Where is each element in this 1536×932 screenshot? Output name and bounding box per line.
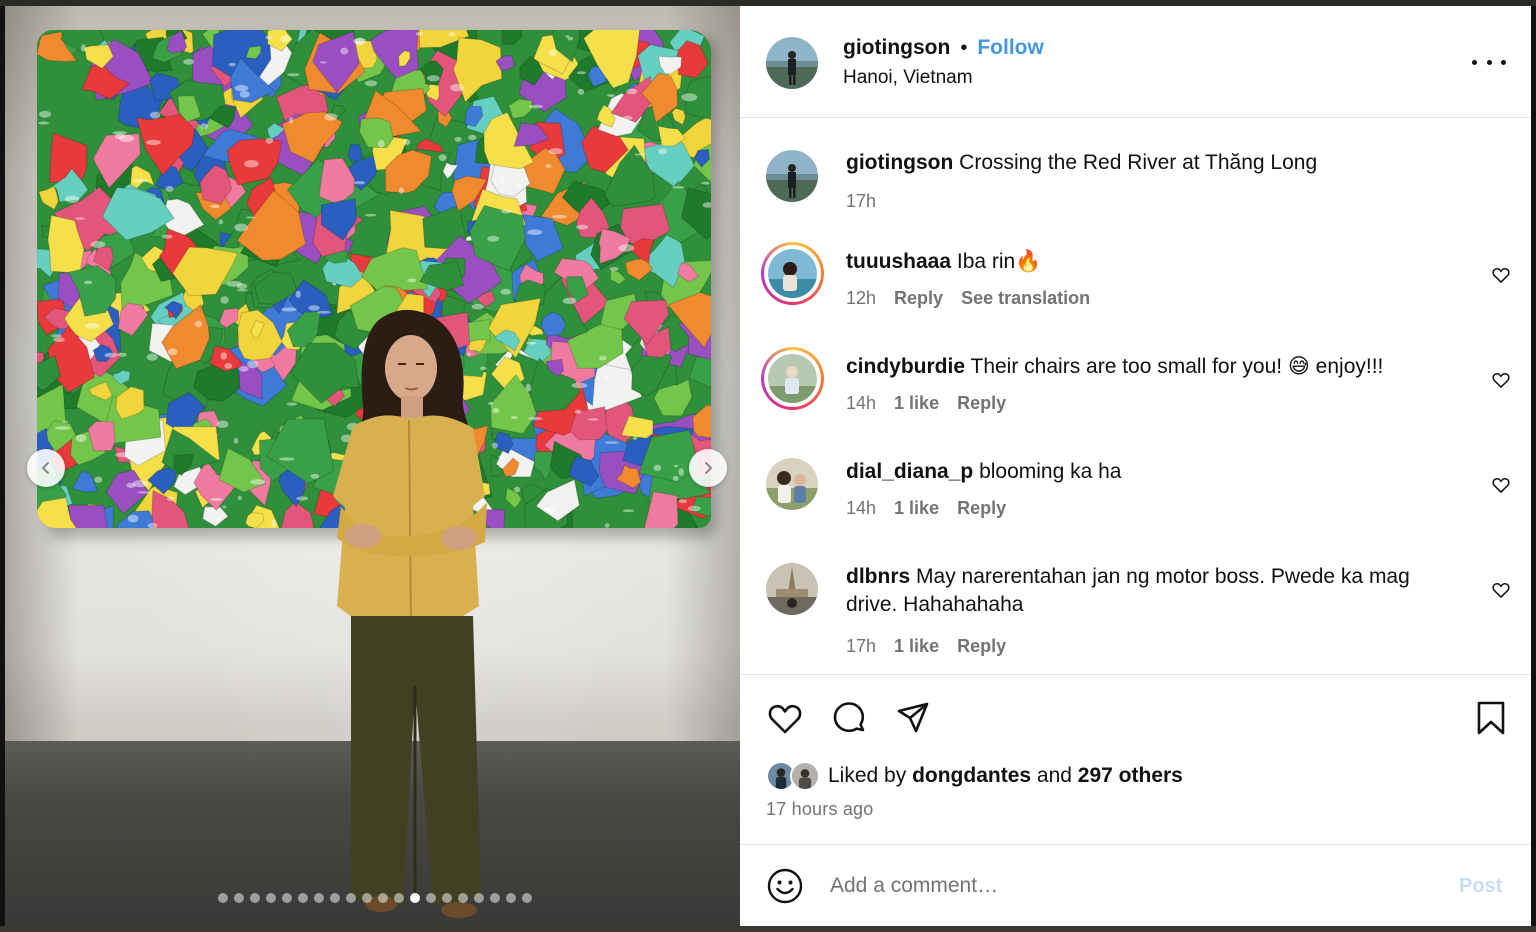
heart-icon[interactable]	[1491, 580, 1511, 600]
avatar-image	[766, 563, 818, 615]
carousel-next-button[interactable]	[689, 449, 727, 487]
carousel-dot	[298, 893, 308, 903]
caption-text: Crossing the Red River at Thăng Long	[959, 151, 1318, 174]
comment-time: 14h	[846, 498, 877, 518]
carousel-dot	[218, 893, 228, 903]
carousel-dot	[458, 893, 468, 903]
avatar-image	[766, 150, 818, 202]
caption-username[interactable]: giotingson	[846, 151, 953, 174]
comments-list[interactable]: giotingson Crossing the Red River at Thă…	[740, 118, 1531, 674]
carousel-dot	[346, 893, 356, 903]
story-ring[interactable]	[761, 242, 824, 305]
reply-button[interactable]: Reply	[957, 498, 1006, 519]
comment-username[interactable]: dial_diana_p	[846, 460, 973, 483]
carousel-dot	[250, 893, 260, 903]
chevron-right-icon	[705, 462, 712, 474]
comment-icon[interactable]	[830, 699, 868, 737]
story-ring[interactable]	[761, 347, 824, 410]
carousel-dot	[266, 893, 276, 903]
liked-by-joiner: and	[1036, 764, 1072, 787]
post-timestamp[interactable]: 17 hours ago	[766, 799, 873, 820]
carousel-dot	[234, 893, 244, 903]
carousel-dot	[362, 893, 372, 903]
carousel-dot	[506, 893, 516, 903]
person-figure	[333, 309, 487, 918]
avatar[interactable]	[766, 458, 818, 510]
heart-icon[interactable]	[766, 699, 804, 737]
carousel-dot-active	[410, 893, 420, 903]
reply-button[interactable]: Reply	[957, 393, 1006, 414]
comment-likes-count[interactable]: 1 like	[894, 636, 939, 657]
post-details-panel: giotingson • Follow Hanoi, Vietnam gioti…	[740, 6, 1531, 926]
heart-icon[interactable]	[1491, 475, 1511, 495]
heart-icon[interactable]	[1491, 370, 1511, 390]
comment-text: blooming ka ha	[979, 460, 1122, 483]
carousel-dot	[378, 893, 388, 903]
carousel-indicator	[218, 893, 532, 903]
bookmark-icon[interactable]	[1472, 699, 1510, 737]
comment-username[interactable]: tuuushaaa	[846, 250, 951, 273]
avatar	[768, 354, 817, 403]
carousel-dot	[314, 893, 324, 903]
comment-text: Their chairs are too small for you! 😅 en…	[970, 355, 1384, 378]
avatar-image	[766, 37, 818, 89]
post-actions: Liked by dongdantes and 297 others 17 ho…	[740, 674, 1531, 844]
likes-count[interactable]: 297 others	[1078, 764, 1183, 787]
follow-button[interactable]: Follow	[977, 36, 1044, 60]
carousel-dot	[442, 893, 452, 903]
add-comment-bar: Post	[740, 844, 1531, 926]
liked-by-prefix: Liked by	[828, 764, 907, 787]
liked-by-user[interactable]: dongdantes	[912, 764, 1031, 787]
liked-by-avatars	[766, 761, 824, 791]
heart-icon[interactable]	[1491, 265, 1511, 285]
avatar	[768, 249, 817, 298]
post-comment-button[interactable]: Post	[1459, 875, 1502, 898]
likes-summary[interactable]: Liked by dongdantes and 297 others	[766, 761, 1183, 791]
carousel-dot	[490, 893, 500, 903]
carousel-dot	[330, 893, 340, 903]
comment-username[interactable]: dlbnrs	[846, 565, 910, 588]
avatar[interactable]	[766, 37, 818, 89]
comment-time: 12h	[846, 288, 877, 308]
carousel-dot	[426, 893, 436, 903]
share-icon[interactable]	[894, 699, 932, 737]
post-media[interactable]	[5, 6, 740, 926]
avatar-image	[766, 458, 818, 510]
carousel-dot	[474, 893, 484, 903]
see-translation-button[interactable]: See translation	[961, 288, 1090, 309]
carousel-dot	[522, 893, 532, 903]
post-location[interactable]: Hanoi, Vietnam	[843, 67, 973, 89]
avatar[interactable]	[766, 563, 818, 615]
chevron-left-icon	[42, 462, 49, 474]
comment-likes-count[interactable]: 1 like	[894, 393, 939, 414]
caption-time: 17h	[846, 191, 877, 211]
more-options-icon[interactable]	[1472, 50, 1506, 74]
comment-likes-count[interactable]: 1 like	[894, 498, 939, 519]
post-header: giotingson • Follow Hanoi, Vietnam	[740, 6, 1531, 118]
post-author-username[interactable]: giotingson	[843, 36, 950, 60]
carousel-dot	[282, 893, 292, 903]
comment-username[interactable]: cindyburdie	[846, 355, 965, 378]
emoji-icon[interactable]	[766, 867, 804, 905]
comment-input[interactable]	[830, 865, 1430, 907]
reply-button[interactable]: Reply	[957, 636, 1006, 657]
carousel-dot	[394, 893, 404, 903]
comment-text: May narerentahan jan ng motor boss. Pwed…	[846, 565, 1410, 616]
comment-text: Iba rin🔥	[956, 250, 1042, 273]
carousel-prev-button[interactable]	[27, 449, 65, 487]
separator-dot: •	[960, 36, 968, 59]
comment-time: 14h	[846, 393, 877, 413]
avatar[interactable]	[766, 150, 818, 202]
comment-time: 17h	[846, 636, 877, 656]
reply-button[interactable]: Reply	[894, 288, 943, 309]
